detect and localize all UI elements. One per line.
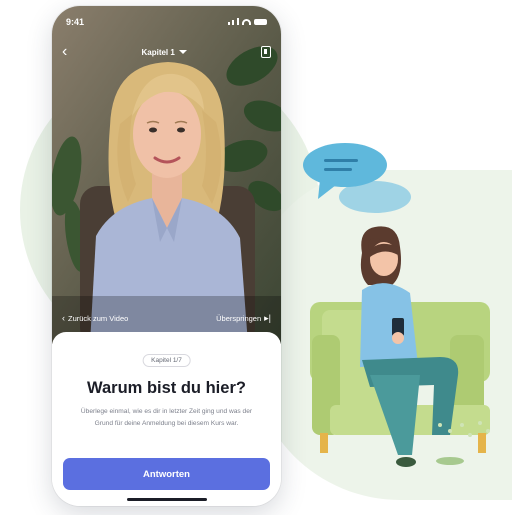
video-player[interactable]: 9:41 ‹ Kapitel 1 ‹ Zurück zum Video Über…: [52, 6, 281, 344]
status-icons: [227, 17, 267, 27]
caret-down-icon: [178, 50, 187, 54]
status-bar: 9:41: [66, 16, 267, 28]
chapter-select[interactable]: Kapitel 1: [141, 47, 187, 57]
question-description: Überlege einmal, wie es dir in letzter Z…: [80, 408, 253, 427]
chapter-select-label: Kapitel 1: [141, 47, 175, 57]
back-chevron-icon[interactable]: ‹: [62, 44, 67, 60]
skip-forward-icon: ▸|: [264, 312, 271, 323]
chapter-badge: Kapitel 1/7: [142, 354, 191, 367]
skip-label: Überspringen: [216, 313, 262, 323]
phone-mockup: 9:41 ‹ Kapitel 1 ‹ Zurück zum Video Über…: [52, 6, 281, 506]
wifi-icon: [242, 19, 251, 25]
battery-icon: [254, 19, 267, 25]
home-indicator: [126, 498, 207, 501]
video-controls: ‹ Zurück zum Video Überspringen ▸|: [62, 311, 271, 325]
top-navigation: ‹ Kapitel 1: [62, 44, 271, 60]
question-title: Warum bist du hier?: [87, 379, 246, 397]
back-to-video-button[interactable]: ‹ Zurück zum Video: [62, 313, 128, 323]
signal-icon: [227, 17, 239, 27]
rewind-icon: ‹: [62, 313, 65, 323]
status-time: 9:41: [66, 17, 85, 27]
skip-button[interactable]: Überspringen ▸|: [216, 313, 271, 324]
back-to-video-label: Zurück zum Video: [68, 313, 129, 323]
document-icon[interactable]: [260, 46, 271, 58]
answer-button[interactable]: Antworten: [63, 458, 270, 490]
person-on-sofa-illustration: [300, 135, 512, 480]
speech-bubble-icon: [303, 143, 411, 213]
question-sheet: Kapitel 1/7 Warum bist du hier? Überlege…: [52, 332, 281, 506]
